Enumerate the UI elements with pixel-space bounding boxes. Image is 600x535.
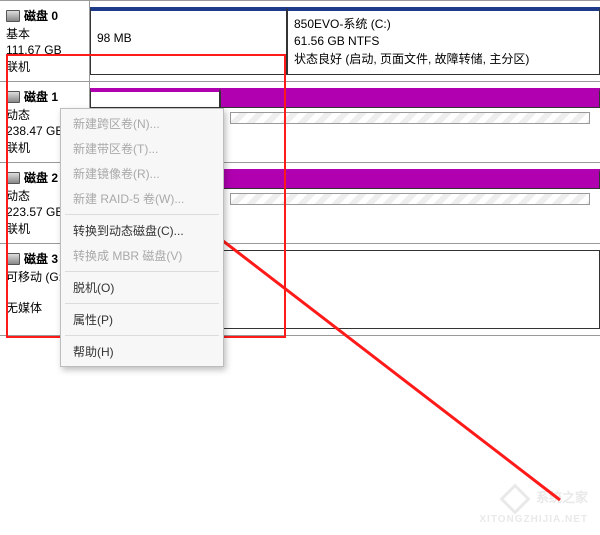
disk-name: 磁盘 1 [24,88,58,105]
menu-help[interactable]: 帮助(H) [63,339,221,364]
logo-icon [500,483,531,514]
menu-offline[interactable]: 脱机(O) [63,275,221,300]
menu-properties[interactable]: 属性(P) [63,307,221,332]
watermark-brand: 系统之家 [536,490,588,505]
menu-new-span[interactable]: 新建跨区卷(N)... [63,111,221,136]
partition[interactable] [220,169,600,189]
menu-separator [65,214,219,215]
disk-name: 磁盘 0 [24,7,58,24]
partition[interactable]: 850EVO-系统 (C:) 61.56 GB NTFS 状态良好 (启动, 页… [287,7,600,75]
stripe-area [230,193,590,205]
partition-status [97,47,280,61]
disk-state: 联机 [6,58,83,75]
context-menu: 新建跨区卷(N)... 新建带区卷(T)... 新建镜像卷(R)... 新建 R… [60,108,224,367]
disk-icon [6,10,20,22]
menu-new-mirror[interactable]: 新建镜像卷(R)... [63,161,221,186]
menu-separator [65,271,219,272]
menu-separator [65,303,219,304]
stripe-area [230,112,590,124]
watermark: 系统之家 XITONGZHIJIA.NET [479,487,588,525]
partitions: 98 MB 850EVO-系统 (C:) 61.56 GB NTFS 状态良好 … [90,1,600,81]
menu-new-stripe[interactable]: 新建带区卷(T)... [63,136,221,161]
disk-size: 111.67 GB [6,43,83,57]
disk-name: 磁盘 3 [24,250,58,267]
disk-icon [6,172,20,184]
disk-type: 基本 [6,25,83,42]
partition-label: 850EVO-系统 (C:) [294,15,593,32]
disk-icon [6,91,20,103]
partition[interactable]: 98 MB [90,7,287,75]
watermark-url: XITONGZHIJIA.NET [479,514,588,525]
disk-info: 磁盘 0 基本 111.67 GB 联机 [0,1,90,81]
partition-size: 61.56 GB NTFS [294,34,593,48]
partition-status: 状态良好 (启动, 页面文件, 故障转储, 主分区) [294,50,593,67]
menu-separator [65,335,219,336]
partition[interactable] [220,88,600,108]
disk-row-0[interactable]: 磁盘 0 基本 111.67 GB 联机 98 MB 850EVO-系统 (C:… [0,0,600,81]
partition-label [97,15,280,29]
disk-icon [6,253,20,265]
menu-convert-mbr[interactable]: 转换成 MBR 磁盘(V) [63,243,221,268]
partition-size: 98 MB [97,31,280,45]
partition[interactable] [90,88,220,108]
menu-new-raid5[interactable]: 新建 RAID-5 卷(W)... [63,186,221,211]
disk-name: 磁盘 2 [24,169,58,186]
menu-convert-dynamic[interactable]: 转换到动态磁盘(C)... [63,218,221,243]
